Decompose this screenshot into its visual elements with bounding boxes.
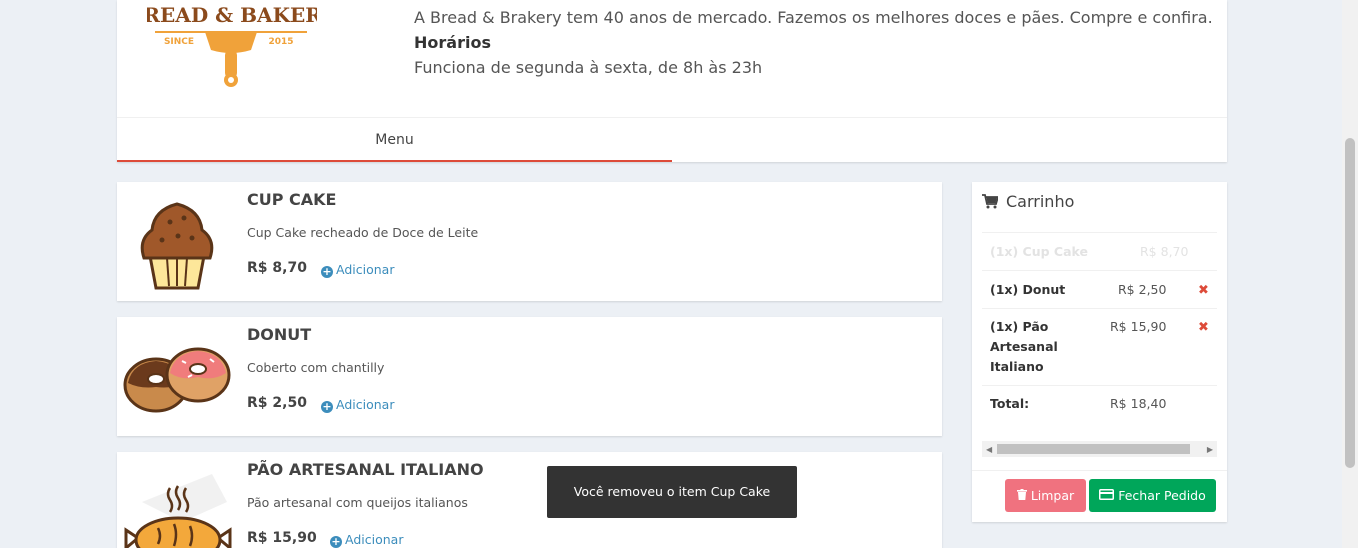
cart-horizontal-scrollbar[interactable]: ◀ ▶ [982, 441, 1217, 457]
clear-cart-label: Limpar [1030, 488, 1075, 503]
product-description: Cup Cake recheado de Doce de Leite [247, 225, 479, 240]
cart-item-label: (1x) Pão Artesanal Italiano [990, 319, 1058, 374]
product-card: PÃO ARTESANAL ITALIANO Pão artesanal com… [117, 452, 942, 548]
product-price: R$ 2,50 [247, 395, 307, 411]
tab-menu[interactable]: Menu [117, 118, 672, 162]
checkout-button[interactable]: Fechar Pedido [1089, 479, 1216, 512]
scrollbar-thumb[interactable] [1345, 138, 1355, 468]
svg-text:SINCE: SINCE [164, 37, 194, 47]
add-label: Adicionar [345, 532, 404, 547]
product-card: DONUT Coberto com chantilly R$ 2,50 + Adi… [117, 317, 942, 436]
trash-icon [1016, 488, 1027, 503]
cart-title: Carrinho [982, 192, 1074, 211]
scroll-right-icon[interactable]: ▶ [1207, 445, 1213, 454]
add-label: Adicionar [336, 397, 395, 412]
plus-circle-icon: + [321, 265, 333, 278]
store-info: A Bread & Brakery tem 40 anos de mercado… [414, 5, 1213, 80]
scrollbar-thumb[interactable] [997, 444, 1190, 454]
cupcake-icon [122, 192, 232, 292]
hours-text: Funciona de segunda à sexta, de 8h às 23… [414, 58, 763, 77]
clear-cart-button[interactable]: Limpar [1005, 479, 1086, 512]
cart-panel: Carrinho (1x) Cup Cake R$ 8,70 (1x) Donu… [972, 182, 1227, 522]
cart-actions: Limpar Fechar Pedido [972, 470, 1227, 522]
cart-row: (1x) Donut R$ 2,50 ✖ [982, 271, 1217, 309]
product-description: Coberto com chantilly [247, 360, 385, 375]
cart-item-price: R$ 2,50 [1118, 282, 1167, 297]
cart-total-value: R$ 18,40 [1110, 396, 1167, 411]
bread-icon [122, 462, 232, 548]
add-to-cart-button[interactable]: + Adicionar [330, 532, 403, 548]
shopping-cart-icon [982, 194, 998, 209]
cart-item-label: (1x) Donut [990, 282, 1066, 297]
product-card: CUP CAKE Cup Cake recheado de Doce de Le… [117, 182, 942, 301]
svg-text:BREAD & BAKERY: BREAD & BAKERY [147, 3, 317, 27]
checkout-label: Fechar Pedido [1118, 488, 1206, 503]
credit-card-icon [1099, 488, 1115, 503]
cart-item-price: R$ 8,70 [1140, 244, 1189, 259]
product-price: R$ 8,70 [247, 260, 307, 276]
cart-item-label: (1x) Cup Cake [990, 244, 1088, 259]
product-description: Pão artesanal com queijos italianos [247, 495, 468, 510]
toast-notification: Você removeu o item Cup Cake [547, 466, 797, 518]
cart-title-text: Carrinho [1006, 192, 1075, 211]
product-price: R$ 15,90 [247, 530, 317, 546]
cart-item-price: R$ 15,90 [1110, 319, 1167, 334]
cart-total-row: Total: R$ 18,40 [982, 386, 1217, 424]
product-name: CUP CAKE [247, 190, 337, 209]
page-vertical-scrollbar[interactable] [1342, 0, 1358, 548]
cart-row-removed: (1x) Cup Cake R$ 8,70 [982, 233, 1217, 271]
plus-circle-icon: + [330, 535, 342, 548]
add-to-cart-button[interactable]: + Adicionar [321, 262, 394, 278]
tab-bar: Menu [117, 117, 1227, 162]
store-header: BREAD & BAKERY SINCE 2015 A Bread & Brak… [117, 0, 1227, 162]
store-description: A Bread & Brakery tem 40 anos de mercado… [414, 8, 1213, 27]
cart-row: (1x) Pão Artesanal Italiano R$ 15,90 ✖ [982, 309, 1217, 386]
svg-text:2015: 2015 [268, 37, 293, 47]
cart-total-label: Total: [990, 396, 1030, 411]
scroll-left-icon[interactable]: ◀ [986, 445, 992, 454]
add-to-cart-button[interactable]: + Adicionar [321, 397, 394, 413]
add-label: Adicionar [336, 262, 395, 277]
remove-item-icon[interactable]: ✖ [1198, 318, 1209, 338]
donut-icon [122, 327, 232, 427]
hours-title: Horários [414, 33, 491, 52]
plus-circle-icon: + [321, 400, 333, 413]
remove-item-icon[interactable]: ✖ [1198, 281, 1209, 301]
cart-table: (1x) Cup Cake R$ 8,70 (1x) Donut R$ 2,50… [982, 232, 1217, 424]
store-logo: BREAD & BAKERY SINCE 2015 [127, 0, 336, 100]
product-name: PÃO ARTESANAL ITALIANO [247, 460, 484, 479]
product-name: DONUT [247, 325, 312, 344]
